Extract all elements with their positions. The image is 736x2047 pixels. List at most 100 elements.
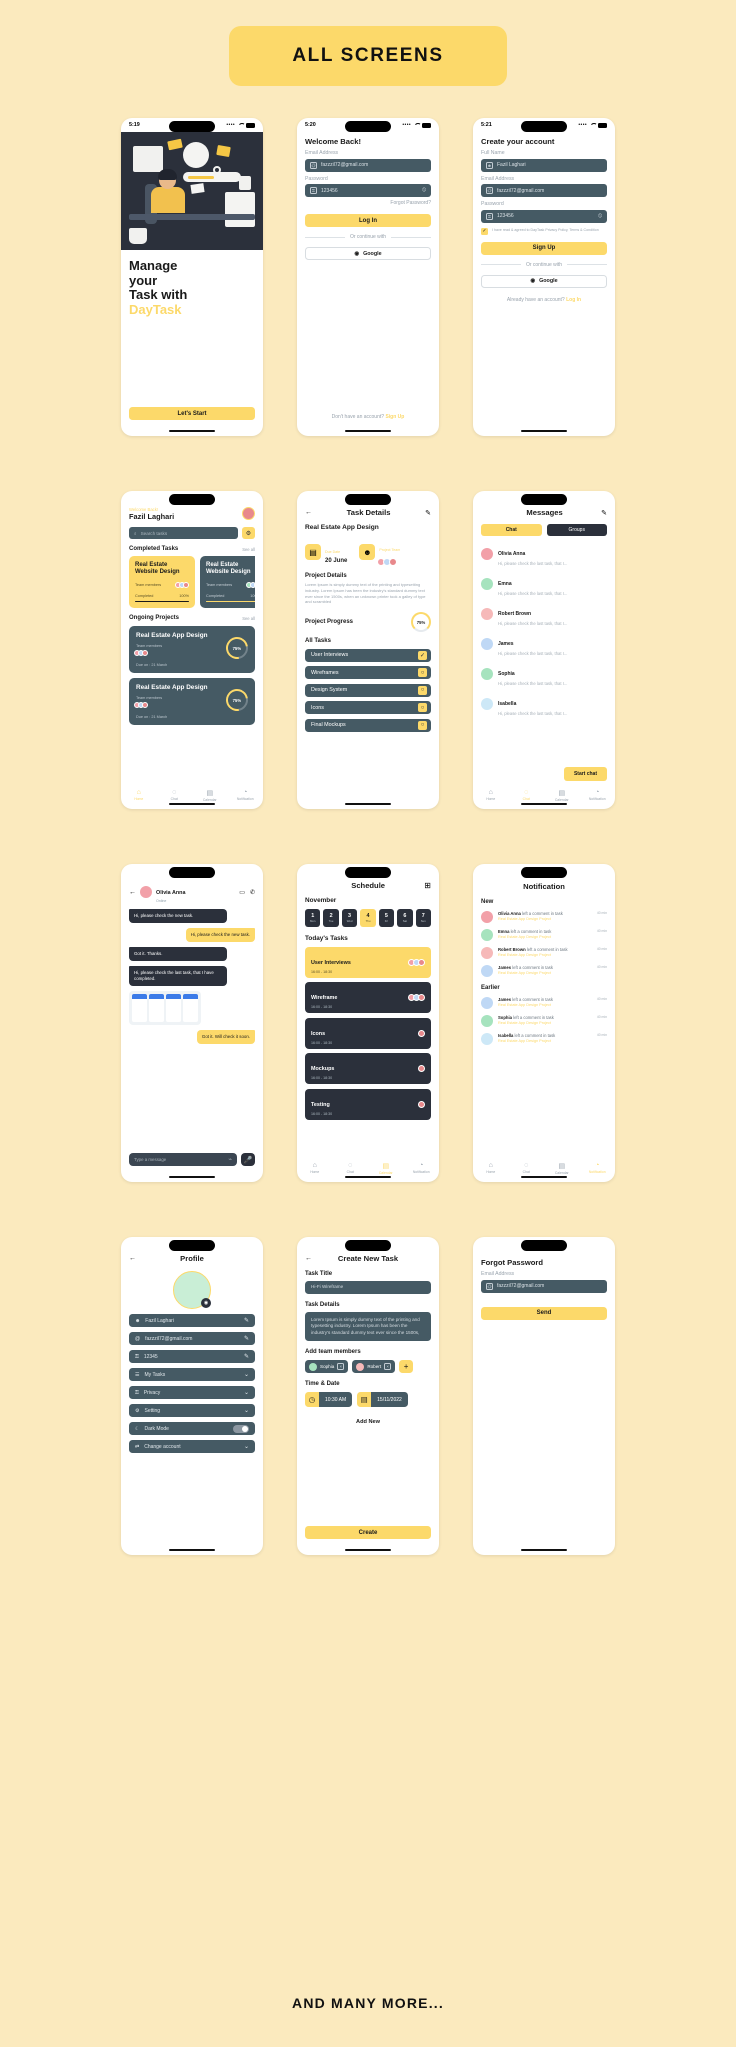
schedule-task-row[interactable]: Mockups 16:00 - 18:30 — [305, 1053, 431, 1084]
completed-see-all[interactable]: See all — [242, 547, 255, 552]
schedule-task-row[interactable]: User Interviews 16:00 - 18:30 — [305, 946, 431, 978]
notification-row[interactable]: Sophia left a comment in task Real Estate… — [481, 1015, 607, 1027]
profile-row-change-account[interactable]: ⇄ Change account ⌄ — [129, 1440, 255, 1453]
filter-button[interactable]: ⚙ — [242, 527, 255, 539]
password-field[interactable]: ⚿ 123456 ⦸ — [305, 184, 431, 197]
member-chip[interactable]: Sophia × — [305, 1360, 349, 1374]
completed-card[interactable]: Real Estate Website Design Team members … — [129, 556, 195, 609]
search-input[interactable]: ⌕ Search tasks — [129, 527, 238, 539]
task-checkbox-checked[interactable]: ✓ — [418, 650, 427, 660]
screen-task-details[interactable]: ← Task Details ✎ Real Estate App Design … — [297, 491, 439, 809]
day-cell[interactable]: 2 Tue — [323, 909, 339, 927]
tab-notification[interactable]: ◔ Notification — [228, 789, 264, 803]
profile-avatar[interactable]: ◉ — [173, 1271, 211, 1309]
ongoing-project-card[interactable]: Real Estate App Design Team members Due … — [129, 626, 255, 674]
fullname-field[interactable]: ☻ Fazil Laghari — [481, 158, 607, 172]
notification-row[interactable]: Robert Brown left a comment in task Real … — [481, 947, 607, 959]
segment-chat[interactable]: Chat — [481, 524, 542, 536]
phone-call-icon[interactable]: ✆ — [250, 889, 255, 896]
edit-icon[interactable]: ✎ — [244, 1317, 249, 1324]
profile-email-field[interactable]: @ fazzzil72@gmail.com ✎ — [129, 1332, 255, 1345]
member-chip[interactable]: Robert × — [352, 1360, 396, 1374]
screen-onboarding[interactable]: 5:19 •••• Manage your Task with DayTask … — [121, 118, 263, 436]
tab-home[interactable]: ⌂ Home — [473, 1162, 509, 1176]
lets-start-button[interactable]: Let's Start — [129, 407, 255, 420]
tab-calendar[interactable]: ▤ Calendar — [544, 789, 580, 803]
create-button[interactable]: Create — [305, 1526, 431, 1539]
chat-image-attachment[interactable] — [129, 990, 201, 1025]
schedule-task-row[interactable]: Wireframe 16:00 - 18:30 — [305, 982, 431, 1013]
screen-home[interactable]: Welcome Back! Fazil Laghari ⌕ Search tas… — [121, 491, 263, 809]
task-row[interactable]: User Interviews ✓ — [305, 648, 431, 662]
attachment-icon[interactable]: ⌁ — [228, 1156, 232, 1163]
task-checkbox[interactable]: ○ — [418, 703, 427, 713]
task-checkbox[interactable]: ○ — [418, 685, 427, 695]
completed-card[interactable]: Real Estate Website Design Team members … — [200, 556, 255, 609]
back-icon[interactable]: ← — [305, 509, 312, 516]
task-checkbox[interactable]: ○ — [418, 720, 427, 730]
ongoing-see-all[interactable]: See all — [242, 616, 255, 621]
forgot-password-link[interactable]: Forgot Password? — [305, 200, 431, 206]
day-cell-selected[interactable]: 4 Thu — [360, 909, 376, 927]
add-member-button[interactable]: + — [399, 1360, 414, 1374]
contact-row[interactable]: Olivia Anna Hi, please check the last tas… — [481, 542, 607, 566]
email-field[interactable]: @ fazzzil72@gmail.com — [305, 158, 431, 172]
notification-row[interactable]: James left a comment in task Real Estate … — [481, 997, 607, 1009]
edit-icon[interactable]: ✎ — [425, 509, 431, 517]
screen-login[interactable]: 5:20 •••• Welcome Back! Email Address @ … — [297, 118, 439, 436]
back-icon[interactable]: ← — [305, 1255, 312, 1262]
day-cell[interactable]: 1 Mon — [305, 909, 321, 927]
login-button[interactable]: Log In — [305, 214, 431, 227]
tab-home[interactable]: ⌂ Home — [297, 1162, 333, 1176]
contact-row[interactable]: James Hi, please check the last task, tha… — [481, 632, 607, 656]
eye-off-icon[interactable]: ⦸ — [422, 187, 426, 194]
email-field[interactable]: @ fazzzil72@gmail.com — [481, 184, 607, 197]
schedule-task-row[interactable]: Icons 16:00 - 18:30 — [305, 1017, 431, 1049]
camera-icon[interactable]: ◉ — [201, 1298, 211, 1308]
terms-checkbox[interactable]: ✓ — [481, 227, 488, 235]
email-field[interactable]: @ fazzzil72@gmail.com — [481, 1279, 607, 1293]
add-icon[interactable]: ⊞ — [424, 881, 431, 890]
edit-icon[interactable]: ✎ — [244, 1335, 249, 1342]
tab-chat[interactable]: ◌ Chat — [509, 1162, 545, 1176]
ongoing-project-card[interactable]: Real Estate App Design Team members Due … — [129, 678, 255, 726]
password-field[interactable]: ⚿ 123456 ⦸ — [481, 209, 607, 223]
profile-row-setting[interactable]: ⚙ Setting ⌄ — [129, 1404, 255, 1417]
tab-chat[interactable]: ◌ Chat — [509, 789, 545, 803]
login-link[interactable]: Log In — [566, 297, 581, 303]
profile-row-dark-mode[interactable]: ☾ Dark Mode — [129, 1422, 255, 1435]
avatar[interactable] — [242, 507, 255, 520]
eye-off-icon[interactable]: ⦸ — [598, 213, 602, 220]
task-details-input[interactable]: Lorem Ipsum is simply dummy text of the … — [305, 1312, 431, 1342]
profile-password-field[interactable]: ⚿ 12345 ✎ — [129, 1350, 255, 1363]
tab-home[interactable]: ⌂ Home — [121, 789, 157, 803]
notification-row[interactable]: Emna left a comment in task Real Estate A… — [481, 929, 607, 941]
profile-name-field[interactable]: ☻ Fazil Laghari ✎ — [129, 1314, 255, 1327]
notification-row[interactable]: James left a comment in task Real Estate … — [481, 965, 607, 977]
task-title-input[interactable]: Hi-Fi Wireframe — [305, 1281, 431, 1294]
task-checkbox[interactable]: ○ — [418, 668, 427, 678]
notification-row[interactable]: Isabella left a comment in task Real Esta… — [481, 1033, 607, 1045]
schedule-task-row[interactable]: Testing 16:00 - 18:30 — [305, 1088, 431, 1120]
day-cell[interactable]: 3 Wed — [341, 909, 358, 927]
screen-notification[interactable]: Notification New Olivia Anna left a comm… — [473, 864, 615, 1182]
contact-row[interactable]: Emna Hi, please check the last task, that… — [481, 572, 607, 596]
video-call-icon[interactable]: ▭ — [239, 889, 245, 896]
task-row[interactable]: Design System ○ — [305, 683, 431, 697]
remove-member-icon[interactable]: × — [337, 1363, 345, 1371]
profile-row-my-tasks[interactable]: ☰ My Tasks ⌄ — [129, 1368, 255, 1381]
screen-schedule[interactable]: Schedule ⊞ November 1 Mon 2 Tue 3 Wed 4 Thu … — [297, 864, 439, 1182]
signup-link[interactable]: Sign Up — [385, 414, 404, 420]
task-row[interactable]: Icons ○ — [305, 701, 431, 715]
google-signup-button[interactable]: ◉ Google — [481, 274, 607, 288]
tab-calendar[interactable]: ▤ Calendar — [368, 1162, 404, 1176]
contact-row[interactable]: Robert Brown Hi, please check the last ta… — [481, 602, 607, 626]
screen-messages[interactable]: Messages ✎ Chat Groups Olivia Anna Hi, pl… — [473, 491, 615, 809]
mic-button[interactable]: 🎤 — [241, 1153, 255, 1166]
screen-chat[interactable]: ← Olivia Anna Online ▭ ✆ Hi, please chec… — [121, 864, 263, 1182]
segment-groups[interactable]: Groups — [546, 524, 607, 536]
screen-profile[interactable]: ← Profile ◉ ☻ Fazil Laghari ✎ @ fazzzil72@g… — [121, 1237, 263, 1555]
tab-calendar[interactable]: ▤ Calendar — [192, 789, 228, 803]
tab-notification[interactable]: ◔ Notification — [580, 789, 616, 803]
back-icon[interactable]: ← — [129, 1255, 136, 1262]
